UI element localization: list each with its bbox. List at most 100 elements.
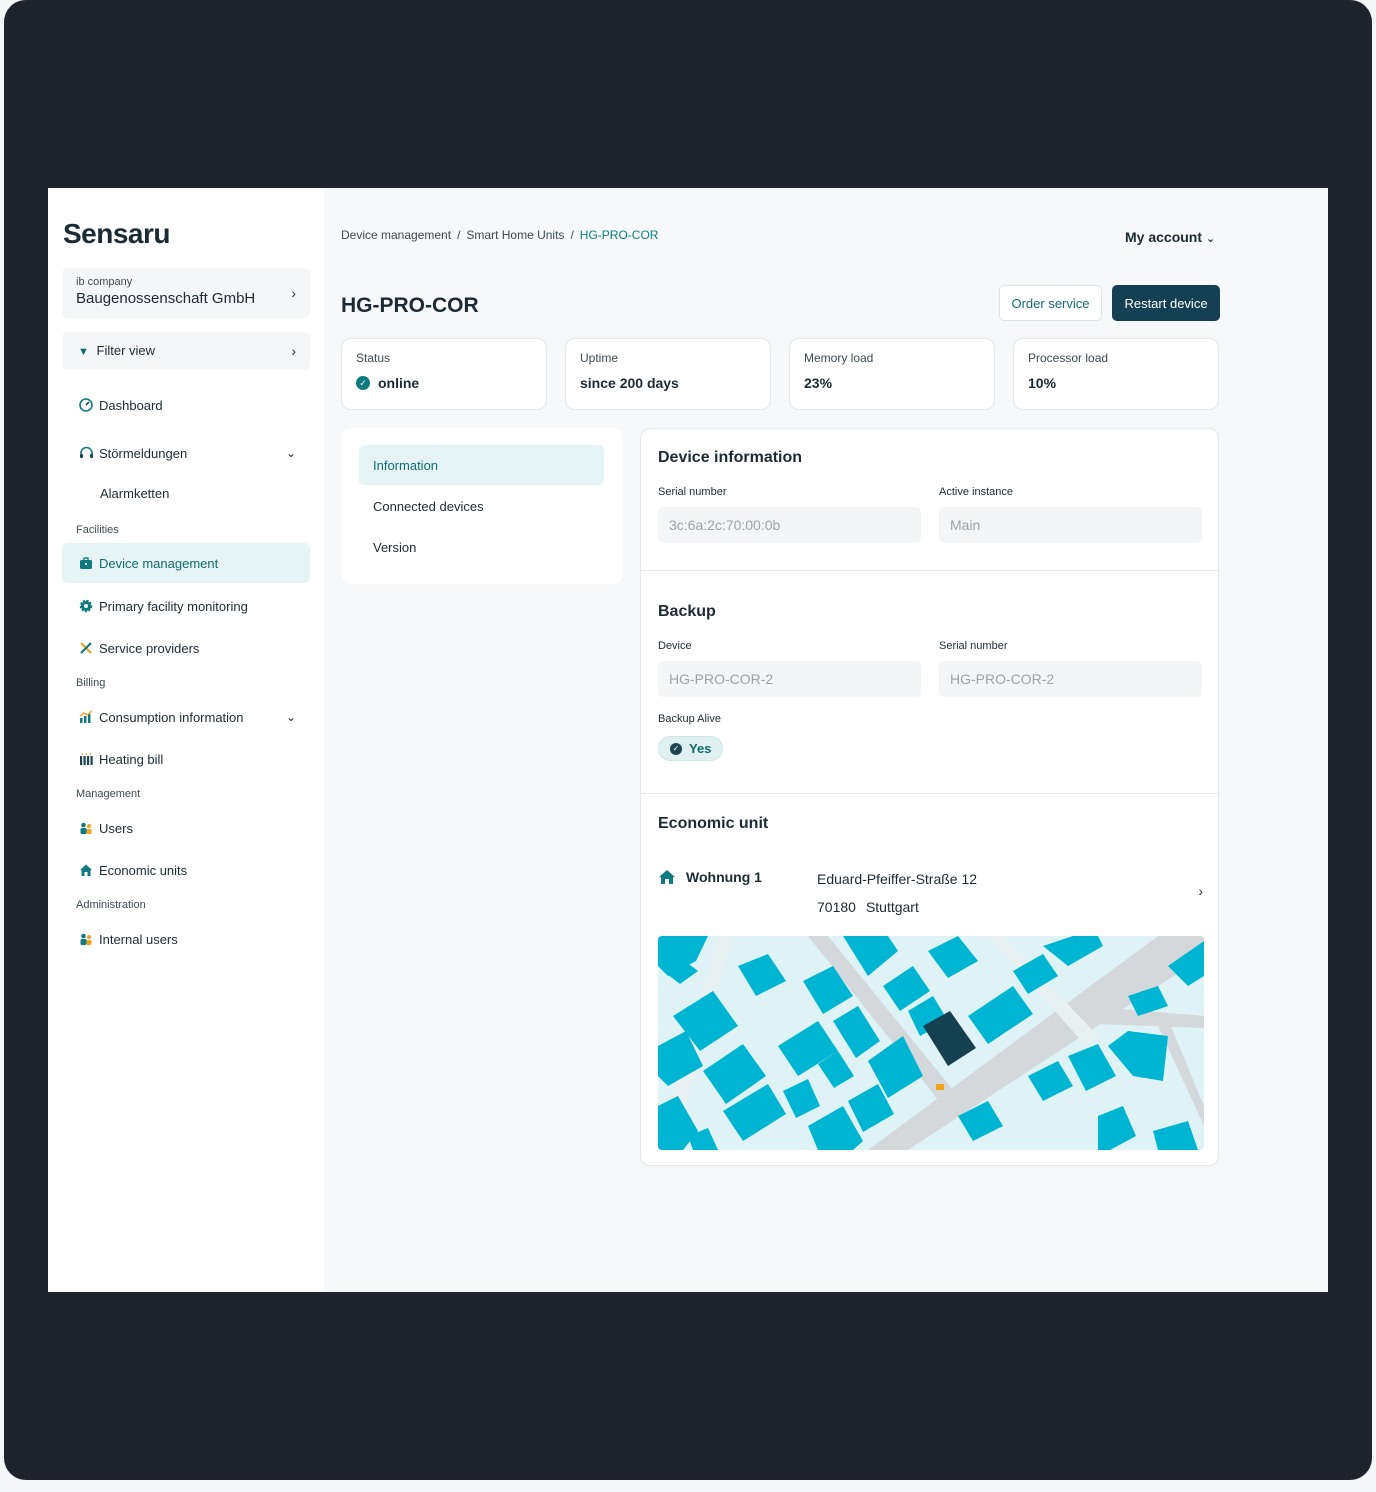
map-poi-marker bbox=[936, 1084, 944, 1090]
sidebar-item-label: Economic units bbox=[99, 862, 188, 878]
sidebar-item-primary-facility-monitoring[interactable]: Primary facility monitoring bbox=[62, 586, 310, 626]
chevron-right-icon: › bbox=[291, 285, 296, 301]
sidebar-item-heating-bill[interactable]: Heating bill bbox=[62, 739, 310, 779]
active-instance-label: Active instance bbox=[939, 486, 1013, 498]
section-administration: Administration bbox=[76, 899, 146, 911]
house-icon bbox=[78, 862, 94, 878]
sidebar-item-internal-users[interactable]: Internal users bbox=[62, 919, 310, 959]
stat-card-uptime: Uptime since 200 days bbox=[565, 338, 771, 410]
gauge-icon bbox=[78, 397, 94, 413]
order-service-button[interactable]: Order service bbox=[999, 285, 1102, 321]
sidebar-item-users[interactable]: Users bbox=[62, 808, 310, 848]
location-map[interactable] bbox=[658, 936, 1204, 1150]
device-information-title: Device information bbox=[658, 449, 803, 466]
stat-label: Processor load bbox=[1028, 351, 1109, 365]
backup-title: Backup bbox=[658, 603, 716, 620]
stat-card-processor-load: Processor load 10% bbox=[1013, 338, 1219, 410]
tab-information[interactable]: Information bbox=[359, 445, 604, 485]
stat-value: online bbox=[378, 375, 420, 391]
chevron-right-icon[interactable]: › bbox=[1198, 883, 1203, 899]
logo: Sensaru bbox=[63, 218, 171, 249]
sidebar-item-service-providers[interactable]: Service providers bbox=[62, 628, 310, 668]
sidebar-item-label: Dashboard bbox=[99, 397, 163, 413]
breadcrumb-separator: / bbox=[570, 228, 574, 242]
stat-card-memory-load: Memory load 23% bbox=[789, 338, 995, 410]
gear-icon bbox=[78, 598, 94, 614]
company-name: Baugenossenschaft GmbH bbox=[76, 290, 256, 307]
stat-value: 10% bbox=[1028, 375, 1057, 391]
sidebar-item-stoermeldungen[interactable]: Störmeldungen ⌄ bbox=[62, 433, 310, 473]
chevron-right-icon: › bbox=[291, 343, 296, 359]
stat-label: Memory load bbox=[804, 351, 874, 365]
divider bbox=[641, 570, 1218, 571]
sidebar-item-dashboard[interactable]: Dashboard bbox=[62, 385, 310, 425]
stat-card-status: Status ✓ online bbox=[341, 338, 547, 410]
tab-version[interactable]: Version bbox=[359, 527, 604, 567]
map-svg bbox=[658, 936, 1204, 1150]
divider bbox=[641, 793, 1218, 794]
active-instance-field: Main bbox=[939, 507, 1202, 543]
headset-icon bbox=[78, 445, 94, 461]
chart-icon bbox=[78, 709, 94, 725]
breadcrumb-device-management[interactable]: Device management bbox=[341, 228, 451, 242]
unit-zip: 70180 bbox=[817, 899, 856, 915]
users-icon bbox=[78, 931, 94, 947]
chevron-down-icon: ⌄ bbox=[1206, 233, 1216, 245]
my-account-menu[interactable]: My account ⌄ bbox=[1125, 229, 1215, 245]
section-management: Management bbox=[76, 788, 141, 800]
backup-alive-badge: ✓ Yes bbox=[658, 736, 723, 761]
chevron-down-icon[interactable]: ⌄ bbox=[286, 446, 296, 460]
sidebar-item-consumption-information[interactable]: Consumption information ⌄ bbox=[62, 697, 310, 737]
filter-icon: ▼ bbox=[78, 346, 89, 358]
unit-city-line: 70180 Stuttgart bbox=[817, 899, 919, 915]
section-billing: Billing bbox=[76, 677, 106, 689]
house-icon bbox=[659, 870, 675, 884]
app-window: Sensaru ib company Baugenossenschaft Gmb… bbox=[48, 188, 1328, 1292]
breadcrumb-separator: / bbox=[457, 228, 461, 242]
breadcrumb: Device management / Smart Home Units / HG-PR… bbox=[341, 228, 658, 242]
sidebar-item-device-management[interactable]: Device management bbox=[62, 543, 310, 583]
tabs-panel: Information Connected devices Version bbox=[341, 428, 623, 584]
stat-value: 23% bbox=[804, 375, 833, 391]
stat-label: Status bbox=[356, 351, 391, 365]
toolbox-icon bbox=[78, 555, 94, 571]
unit-name: Wohnung 1 bbox=[658, 869, 762, 885]
backup-alive-label: Backup Alive bbox=[658, 713, 721, 725]
account-label: My account bbox=[1125, 229, 1203, 245]
backup-device-field: HG-PRO-COR-2 bbox=[658, 661, 921, 697]
sidebar-item-label: Primary facility monitoring bbox=[99, 598, 248, 614]
backup-serial-field: HG-PRO-COR-2 bbox=[939, 661, 1202, 697]
serial-number-field: 3c:6a:2c:70:00:0b bbox=[658, 507, 921, 543]
filter-view-button[interactable]: ▼ Filter view › bbox=[62, 332, 310, 370]
sidebar-subitem-alarmketten[interactable]: Alarmketten bbox=[100, 486, 169, 501]
sidebar-item-label: Internal users bbox=[99, 931, 178, 947]
backup-device-label: Device bbox=[658, 640, 692, 652]
sidebar: Sensaru ib company Baugenossenschaft Gmb… bbox=[48, 188, 324, 1292]
breadcrumb-smart-home-units[interactable]: Smart Home Units bbox=[466, 228, 564, 242]
company-label: ib company bbox=[76, 276, 133, 288]
backup-serial-label: Serial number bbox=[939, 640, 1008, 652]
tab-connected-devices[interactable]: Connected devices bbox=[359, 486, 604, 526]
check-circle-icon: ✓ bbox=[356, 376, 370, 390]
sidebar-item-economic-units[interactable]: Economic units bbox=[62, 850, 310, 890]
badge-label: Yes bbox=[689, 741, 712, 756]
stat-value: since 200 days bbox=[580, 375, 679, 391]
economic-unit-title: Economic unit bbox=[658, 815, 769, 832]
page-title: HG-PRO-COR bbox=[341, 294, 479, 317]
unit-name-label: Wohnung 1 bbox=[686, 869, 762, 885]
unit-city: Stuttgart bbox=[865, 899, 919, 915]
restart-device-button[interactable]: Restart device bbox=[1112, 285, 1220, 321]
sidebar-item-label: Heating bill bbox=[99, 751, 164, 767]
economic-unit-row[interactable]: Wohnung 1 Eduard-Pfeiffer-Straße 12 7018… bbox=[658, 869, 1203, 919]
users-icon bbox=[78, 820, 94, 836]
detail-card: Device information Serial number 3c:6a:2… bbox=[640, 428, 1219, 1166]
company-switcher[interactable]: ib company Baugenossenschaft GmbH › bbox=[62, 268, 310, 318]
chevron-down-icon[interactable]: ⌄ bbox=[286, 710, 296, 724]
sidebar-item-label: Users bbox=[99, 820, 133, 836]
tools-icon bbox=[78, 640, 94, 656]
stat-label: Uptime bbox=[580, 351, 619, 365]
section-facilities: Facilities bbox=[76, 524, 119, 536]
sidebar-item-label: Consumption information bbox=[99, 709, 244, 725]
radiator-icon bbox=[78, 751, 94, 767]
filter-label: Filter view bbox=[96, 343, 156, 358]
